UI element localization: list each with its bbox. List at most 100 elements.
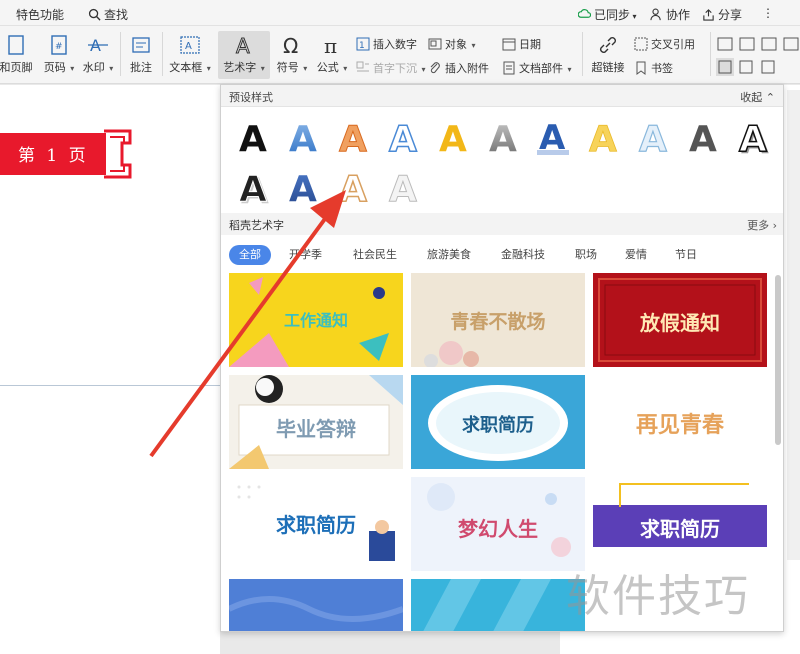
wordart-card-10[interactable] bbox=[229, 579, 403, 631]
preset-style-black[interactable]: A bbox=[231, 115, 277, 160]
header-footer-icon bbox=[8, 35, 24, 55]
paperclip-icon bbox=[430, 62, 440, 74]
comment-icon bbox=[132, 37, 150, 53]
preset-style-light-blue-outline[interactable]: A bbox=[631, 115, 677, 160]
wordart-card-3[interactable]: 放假通知 bbox=[593, 273, 767, 367]
preset-style-blue-reflect[interactable]: A bbox=[531, 115, 577, 158]
preset-style-black-outline[interactable]: AA bbox=[231, 165, 277, 213]
document-parts-icon bbox=[503, 61, 515, 75]
card-title: 梦幻人生 bbox=[458, 517, 538, 541]
page-divider bbox=[0, 385, 220, 386]
category-tab-finance[interactable]: 金融科技 bbox=[491, 245, 555, 265]
symbol-label: 符号 bbox=[276, 61, 299, 74]
layout-shortcut-icons[interactable] bbox=[716, 34, 800, 80]
card-decoration bbox=[423, 579, 551, 631]
panel-scrollbar[interactable] bbox=[775, 275, 781, 445]
object-button[interactable]: 对象 bbox=[428, 36, 476, 52]
preset-style-tan-outline[interactable]: A bbox=[331, 165, 377, 211]
preset-styles-header: 预设样式 收起 ⌃ bbox=[221, 85, 783, 107]
page-title-banner: 第 1 页 bbox=[0, 127, 136, 181]
textbox-button[interactable]: A 文本框 bbox=[166, 34, 214, 75]
preset-style-black-shadow[interactable]: AA bbox=[731, 115, 777, 162]
preset-style-gold[interactable]: A bbox=[431, 115, 477, 160]
cloud-sync-icon bbox=[578, 9, 591, 18]
dropcap-icon bbox=[356, 61, 369, 72]
more-options-icon[interactable]: ⋮ bbox=[762, 6, 774, 20]
svg-text:A: A bbox=[389, 169, 417, 207]
category-tab-school[interactable]: 开学季 bbox=[279, 245, 332, 265]
date-button[interactable]: 日期 bbox=[502, 36, 541, 52]
svg-text:A: A bbox=[689, 119, 717, 157]
header-footer-label: 和页脚 bbox=[0, 61, 33, 74]
wordart-card-11[interactable] bbox=[411, 579, 585, 631]
cross-reference-label: 交叉引用 bbox=[651, 38, 695, 51]
search-button[interactable]: 查找 bbox=[88, 6, 128, 23]
sync-status-button[interactable]: 已同步 ▾ bbox=[578, 6, 637, 23]
insert-number-button[interactable]: 1 插入数字 bbox=[356, 36, 417, 52]
wordart-card-4[interactable]: 毕业答辩 bbox=[229, 375, 403, 469]
wordart-card-7[interactable]: 求职简历 bbox=[229, 477, 403, 571]
cross-reference-icon bbox=[634, 37, 648, 51]
page-number-button[interactable]: # 页码 bbox=[40, 34, 78, 75]
user-icon bbox=[650, 8, 661, 21]
category-tab-all[interactable]: 全部 bbox=[229, 245, 271, 265]
formula-button[interactable]: π 公式 bbox=[314, 34, 350, 75]
top-menu-bar: 特色功能 查找 已同步 ▾ 协作 分享 ⋮ bbox=[0, 0, 800, 26]
wordart-label: 艺术字 bbox=[223, 61, 257, 74]
collaborate-button[interactable]: 协作 bbox=[650, 6, 690, 23]
preset-style-dark-gray[interactable]: A bbox=[681, 115, 727, 160]
preset-style-blue-outline[interactable]: A bbox=[381, 115, 427, 161]
svg-text:A: A bbox=[289, 169, 317, 207]
card-title: 青春不散场 bbox=[450, 311, 546, 333]
preset-style-silver[interactable]: A bbox=[381, 165, 427, 211]
special-features-menu[interactable]: 特色功能 bbox=[16, 6, 64, 23]
wordart-card-2[interactable]: 青春不散场 bbox=[411, 273, 585, 367]
symbol-button[interactable]: Ω 符号 bbox=[274, 34, 310, 75]
wordart-card-8[interactable]: 梦幻人生 bbox=[411, 477, 585, 571]
vertical-scrollbar[interactable] bbox=[787, 90, 800, 560]
cross-reference-button[interactable]: 交叉引用 bbox=[634, 36, 695, 52]
share-icon bbox=[703, 9, 714, 21]
comment-button[interactable]: 批注 bbox=[124, 34, 158, 75]
wordart-card-9[interactable]: 求职简历 bbox=[593, 477, 767, 571]
watermark-text: 软件技巧 bbox=[566, 571, 750, 622]
preset-style-orange-outline[interactable]: A bbox=[331, 115, 377, 161]
doc-parts-button[interactable]: 文档部件 bbox=[502, 60, 572, 76]
preset-style-navy-gradient[interactable]: A bbox=[281, 165, 327, 210]
watermark-button[interactable]: A 水印 bbox=[80, 34, 116, 75]
wordart-button[interactable]: A 艺术字 bbox=[218, 31, 270, 79]
more-link[interactable]: 更多 › bbox=[747, 217, 777, 233]
textbox-icon: A bbox=[180, 36, 200, 54]
wordart-card-5[interactable]: 求职简历 bbox=[411, 375, 585, 469]
category-tab-career[interactable]: 职场 bbox=[565, 245, 607, 265]
object-label: 对象 bbox=[445, 38, 467, 51]
hyperlink-label: 超链接 bbox=[591, 61, 625, 74]
collapse-button[interactable]: 收起 ⌃ bbox=[740, 89, 775, 105]
category-tab-travel[interactable]: 旅游美食 bbox=[417, 245, 481, 265]
hyperlink-button[interactable]: 超链接 bbox=[588, 34, 628, 75]
attachment-button[interactable]: 插入附件 bbox=[428, 60, 489, 76]
category-tab-love[interactable]: 爱情 bbox=[615, 245, 657, 265]
category-tab-holiday[interactable]: 节日 bbox=[665, 245, 707, 265]
share-button[interactable]: 分享 bbox=[702, 6, 742, 23]
collapse-label: 收起 bbox=[740, 91, 763, 104]
preset-style-gray-gradient[interactable]: A bbox=[481, 115, 527, 160]
svg-text:A: A bbox=[739, 119, 767, 157]
header-footer-button[interactable]: 和页脚 bbox=[0, 34, 36, 75]
dropcap-button[interactable]: 首字下沉 bbox=[356, 60, 426, 76]
wordart-card-1[interactable]: 工作通知 bbox=[229, 273, 403, 367]
card-title: 求职简历 bbox=[276, 513, 356, 537]
chevron-right-icon: › bbox=[772, 219, 777, 232]
insert-ribbon: 和页脚 # 页码 A 水印 批注 A 文本框 A 艺术字 Ω 符号 π 公式 1… bbox=[0, 26, 800, 84]
watermark-icon: A bbox=[88, 36, 108, 55]
preset-style-blue-gradient[interactable]: A bbox=[281, 115, 327, 160]
category-tab-society[interactable]: 社会民生 bbox=[343, 245, 407, 265]
chevron-up-icon: ⌃ bbox=[765, 91, 775, 104]
watermark-label: 水印 bbox=[82, 61, 105, 74]
svg-text:A: A bbox=[339, 169, 367, 207]
wordart-card-6[interactable]: 再见青春 bbox=[593, 375, 767, 469]
document-page[interactable]: 第 1 页 bbox=[0, 85, 220, 654]
preset-style-yellow-light[interactable]: A bbox=[581, 115, 627, 161]
formula-label: 公式 bbox=[316, 61, 339, 74]
bookmark-button[interactable]: 书签 bbox=[634, 60, 673, 76]
